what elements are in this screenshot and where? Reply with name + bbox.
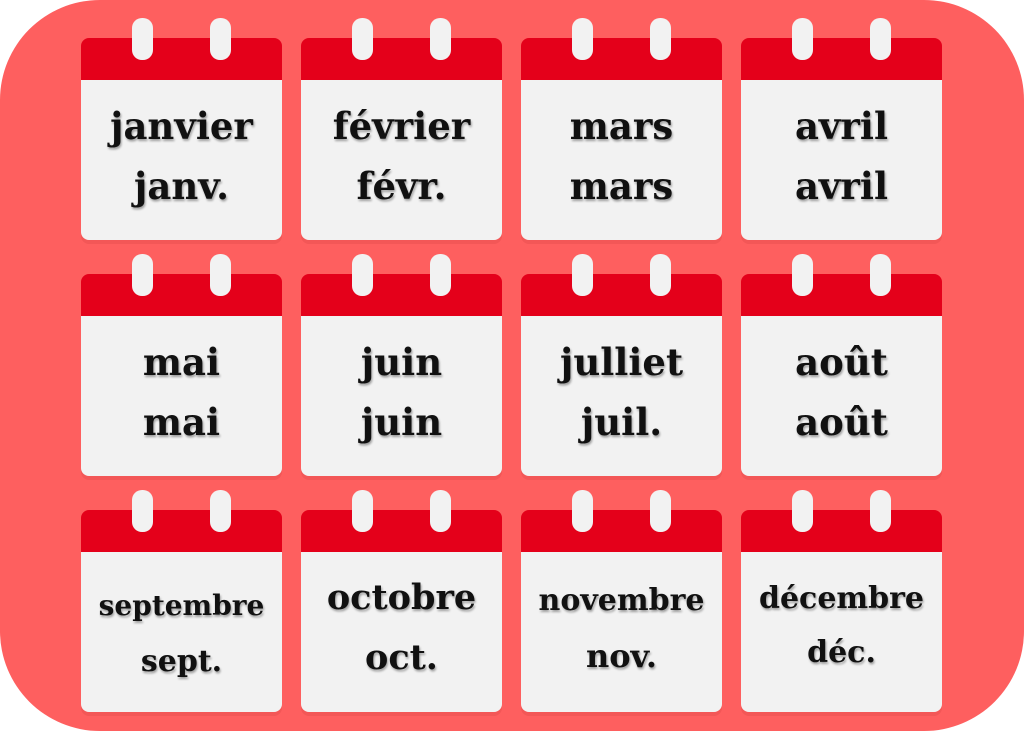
- binder-ring-icon: [792, 18, 813, 60]
- binder-ring-icon: [650, 18, 671, 60]
- calendar-header: [521, 510, 722, 552]
- month-abbreviation: août: [795, 400, 888, 444]
- calendar-page: [741, 552, 942, 712]
- calendar-card-july: julliet juil.: [521, 236, 722, 476]
- binder-ring-icon: [792, 490, 813, 532]
- binder-ring-icon: [430, 18, 451, 60]
- binder-ring-icon: [430, 254, 451, 296]
- calendar-card-june: juin juin: [301, 236, 502, 476]
- binder-ring-icon: [210, 254, 231, 296]
- binder-ring-icon: [210, 18, 231, 60]
- binder-ring-icon: [650, 490, 671, 532]
- calendar-card-march: mars mars: [521, 0, 722, 240]
- month-name: septembre: [98, 589, 265, 622]
- binder-ring-icon: [572, 254, 593, 296]
- binder-ring-icon: [132, 490, 153, 532]
- month-abbreviation: juil.: [580, 400, 663, 444]
- calendar-card-december: décembre déc.: [741, 472, 942, 712]
- calendar-card-april: avril avril: [741, 0, 942, 240]
- month-name: décembre: [758, 581, 925, 616]
- binder-ring-icon: [870, 254, 891, 296]
- month-name: avril: [794, 104, 889, 148]
- calendar-header: [741, 38, 942, 80]
- month-name: janvier: [110, 104, 253, 148]
- calendar-header: [521, 274, 722, 316]
- calendar-board: janvier janv. février févr. mars mars av…: [0, 0, 1024, 731]
- calendar-card-november: novembre nov.: [521, 472, 722, 712]
- month-abbreviation: avril: [794, 164, 889, 208]
- binder-ring-icon: [132, 18, 153, 60]
- calendar-header: [301, 510, 502, 552]
- binder-ring-icon: [792, 254, 813, 296]
- month-name: août: [795, 340, 888, 384]
- calendar-header: [81, 510, 282, 552]
- month-name: juin: [360, 340, 443, 384]
- month-abbreviation: mai: [142, 400, 221, 444]
- calendar-header: [301, 274, 502, 316]
- calendar-header: [741, 274, 942, 316]
- calendar-card-september: septembre sept.: [81, 472, 282, 712]
- binder-ring-icon: [430, 490, 451, 532]
- calendar-header: [301, 38, 502, 80]
- calendar-header: [521, 38, 722, 80]
- calendar-page: [81, 552, 282, 712]
- month-name: octobre: [326, 577, 477, 618]
- calendar-card-february: février févr.: [301, 0, 502, 240]
- calendar-page: [301, 552, 502, 712]
- binder-ring-icon: [572, 490, 593, 532]
- month-abbreviation: sept.: [140, 644, 223, 679]
- month-abbreviation: oct.: [364, 637, 438, 678]
- binder-ring-icon: [210, 490, 231, 532]
- month-name: mai: [142, 340, 221, 384]
- binder-ring-icon: [572, 18, 593, 60]
- month-name: mars: [569, 104, 674, 148]
- month-name: julliet: [559, 340, 684, 384]
- binder-ring-icon: [650, 254, 671, 296]
- month-name: février: [332, 104, 471, 148]
- month-abbreviation: juin: [360, 400, 443, 444]
- calendar-header: [81, 274, 282, 316]
- calendar-header: [741, 510, 942, 552]
- month-abbreviation: févr.: [356, 164, 447, 208]
- month-abbreviation: mars: [569, 164, 674, 208]
- binder-ring-icon: [352, 254, 373, 296]
- calendar-card-august: août août: [741, 236, 942, 476]
- calendar-header: [81, 38, 282, 80]
- calendar-card-may: mai mai: [81, 236, 282, 476]
- calendar-page: [521, 552, 722, 712]
- month-abbreviation: janv.: [134, 164, 229, 208]
- binder-ring-icon: [870, 490, 891, 532]
- month-abbreviation: déc.: [807, 635, 876, 670]
- binder-ring-icon: [352, 18, 373, 60]
- month-name: novembre: [538, 583, 705, 618]
- binder-ring-icon: [132, 254, 153, 296]
- month-abbreviation: nov.: [585, 637, 658, 675]
- binder-ring-icon: [870, 18, 891, 60]
- calendar-card-january: janvier janv.: [81, 0, 282, 240]
- binder-ring-icon: [352, 490, 373, 532]
- calendar-card-october: octobre oct.: [301, 472, 502, 712]
